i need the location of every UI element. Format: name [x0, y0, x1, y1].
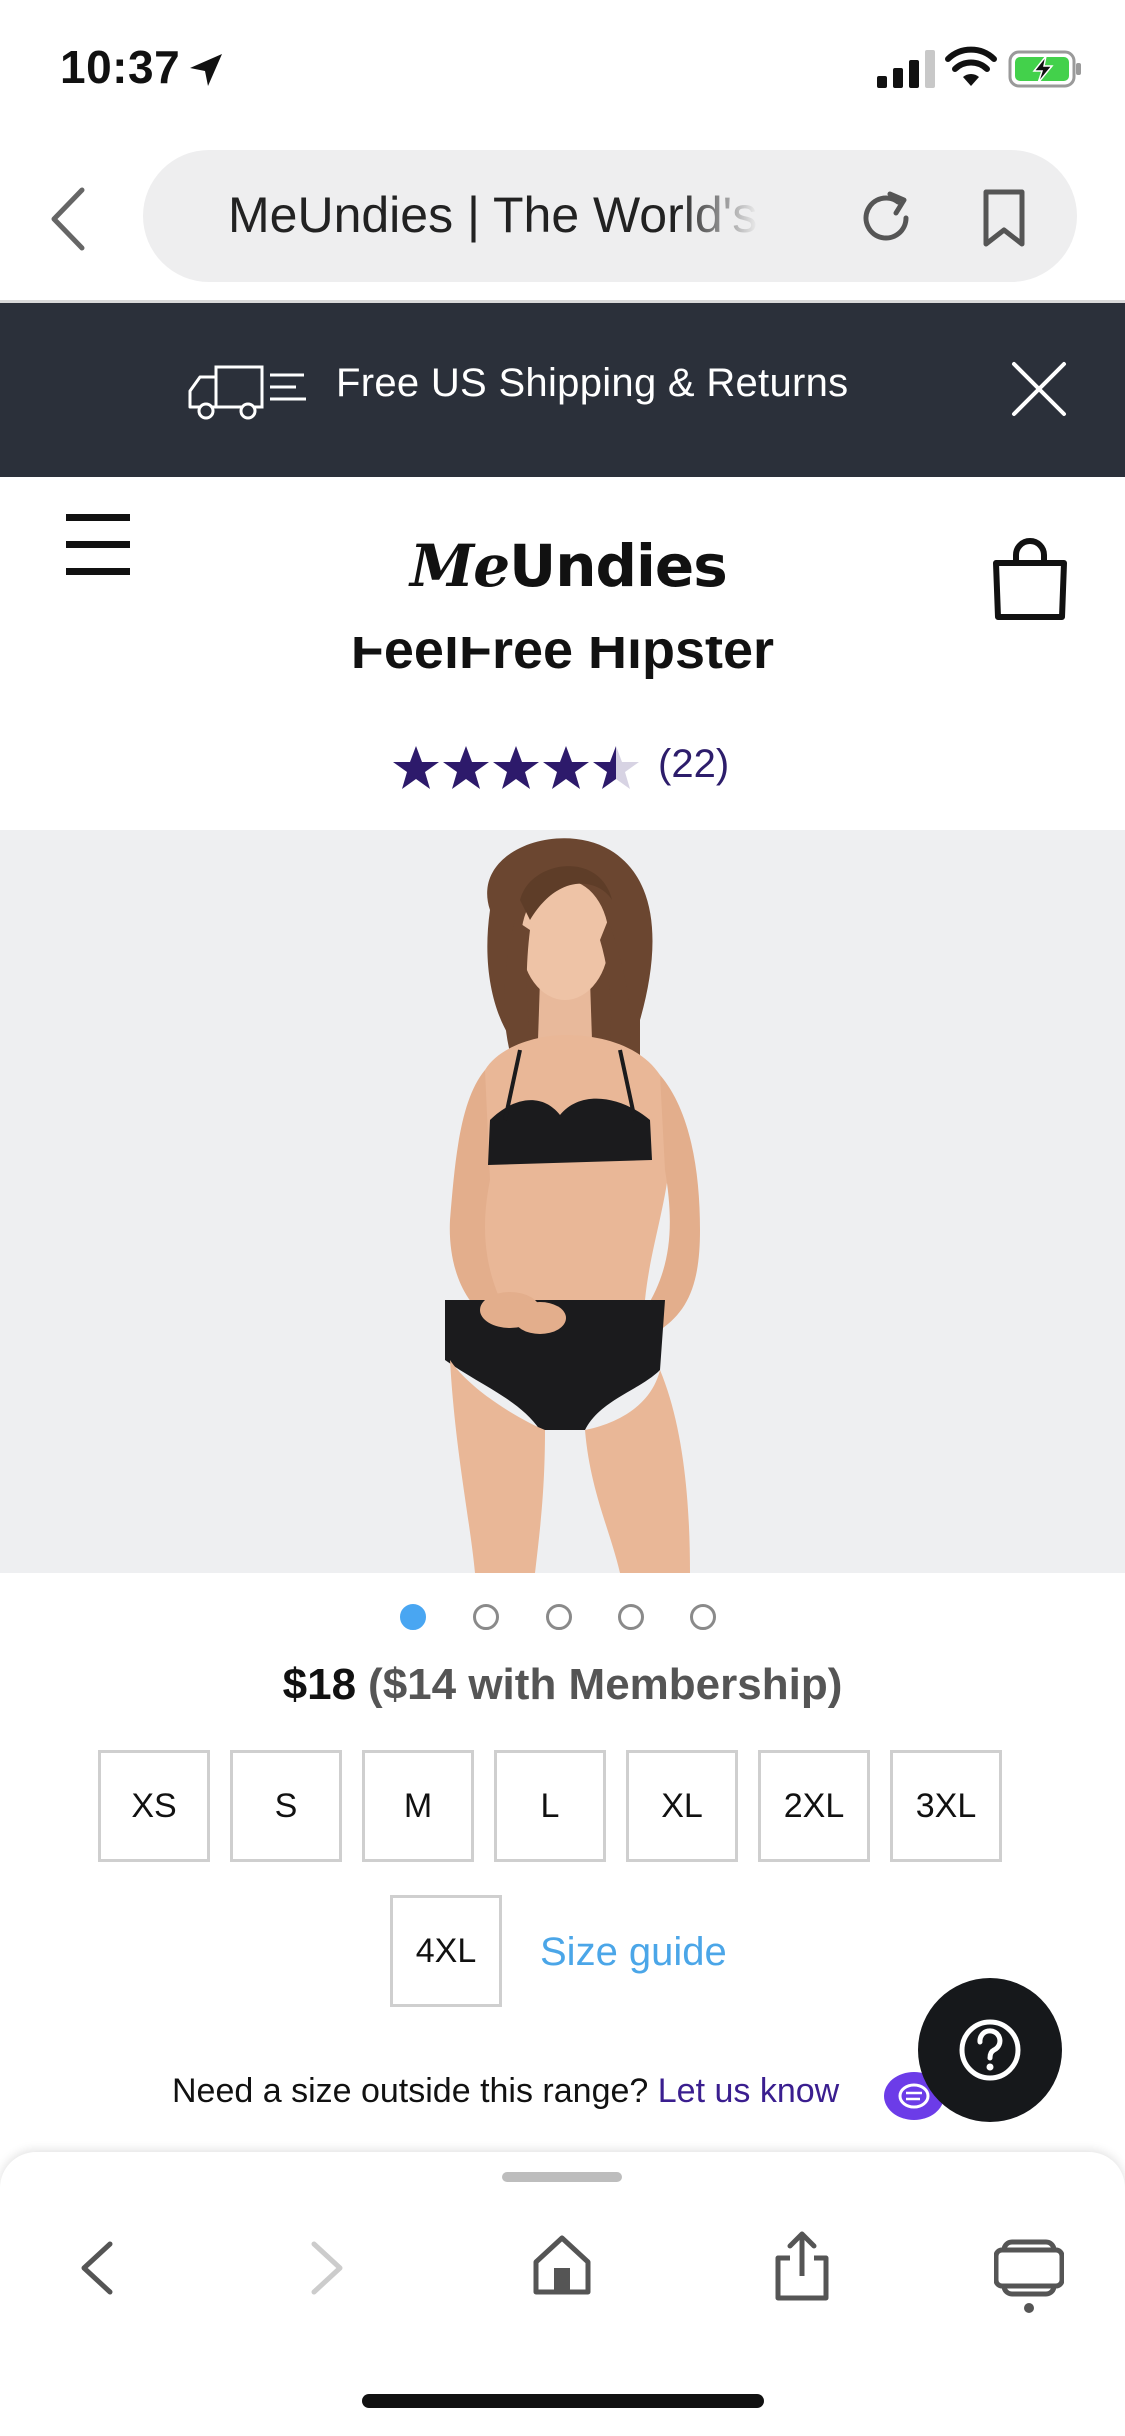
help-button[interactable]: [918, 1978, 1062, 2122]
size-option-l[interactable]: L: [494, 1750, 606, 1862]
carousel-dots: [400, 1604, 730, 1630]
battery-charging-icon: [1008, 50, 1081, 88]
wifi-icon: [945, 46, 997, 86]
star-icon: [393, 746, 439, 789]
carousel-dot-3[interactable]: [546, 1604, 572, 1630]
location-arrow-icon: [190, 54, 222, 86]
hamburger-menu-icon[interactable]: [64, 512, 134, 578]
review-count[interactable]: (22): [658, 742, 729, 787]
price: $18: [282, 1660, 357, 1709]
let-us-know-link[interactable]: Let us know: [658, 2072, 839, 2110]
product-hero-image[interactable]: [0, 830, 1125, 1573]
bookmark-icon[interactable]: [980, 188, 1028, 248]
size-option-2xl[interactable]: 2XL: [758, 1750, 870, 1862]
home-icon[interactable]: [532, 2234, 592, 2296]
model-photo: [445, 838, 700, 1573]
outside-range-label: Need a size outside this range?: [172, 2072, 649, 2110]
star-icon: [493, 746, 539, 789]
meundies-logo[interactable]: MeUndies: [410, 532, 728, 602]
size-option-s[interactable]: S: [230, 1750, 342, 1862]
logo-undies: Undies: [509, 532, 728, 600]
star-icon: [543, 746, 589, 789]
url-title-text[interactable]: MeUndies | The World's: [228, 186, 758, 250]
product-title: FeelFree Hipster: [350, 637, 775, 680]
question-mark-icon: [959, 2019, 1021, 2081]
carousel-dot-4[interactable]: [618, 1604, 644, 1630]
toolbar-grabber[interactable]: [502, 2172, 622, 2182]
promo-text: Free US Shipping & Returns: [336, 361, 849, 405]
carousel-dot-1[interactable]: [400, 1604, 426, 1630]
status-time: 10:37: [60, 41, 181, 93]
size-option-m[interactable]: M: [362, 1750, 474, 1862]
home-indicator[interactable]: [362, 2394, 764, 2408]
back-chevron-icon[interactable]: [46, 186, 90, 252]
tabs-icon[interactable]: [994, 2236, 1064, 2316]
back-icon[interactable]: [76, 2240, 116, 2296]
size-guide-link[interactable]: Size guide: [540, 1930, 727, 1975]
truck-icon: [188, 365, 306, 420]
cellular-signal-icon: [877, 50, 935, 88]
logo-me: Me: [410, 532, 510, 600]
size-option-4xl[interactable]: 4XL: [390, 1895, 502, 2007]
carousel-dot-2[interactable]: [473, 1604, 499, 1630]
close-icon[interactable]: [1010, 360, 1068, 418]
price-row: $18 ($14 with Membership): [0, 1660, 1125, 1710]
reload-icon[interactable]: [856, 188, 916, 248]
half-star-icon: [593, 746, 639, 789]
share-icon[interactable]: [772, 2230, 832, 2302]
shopping-bag-icon[interactable]: [990, 535, 1070, 621]
size-outside-range-text: Need a size outside this range? Let us k…: [172, 2072, 839, 2111]
carousel-dot-5[interactable]: [690, 1604, 716, 1630]
size-option-xs[interactable]: XS: [98, 1750, 210, 1862]
star-icon: [443, 746, 489, 789]
member-price: ($14 with Membership): [368, 1660, 843, 1709]
size-option-3xl[interactable]: 3XL: [890, 1750, 1002, 1862]
forward-icon[interactable]: [308, 2240, 348, 2296]
size-option-xl[interactable]: XL: [626, 1750, 738, 1862]
star-rating[interactable]: [392, 740, 642, 796]
